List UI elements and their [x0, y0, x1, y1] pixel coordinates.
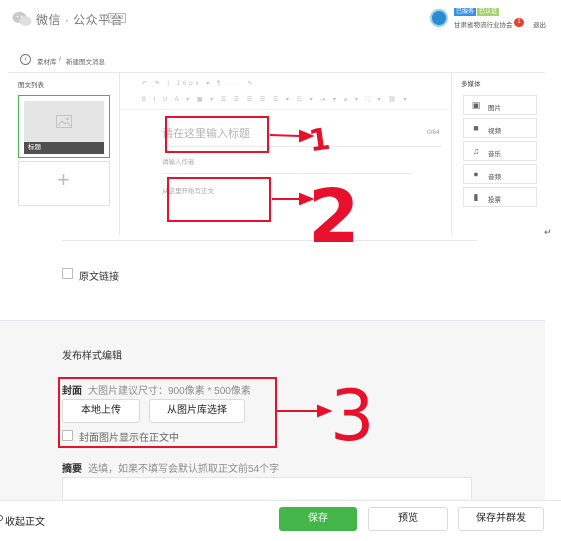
media-item-label: 音频 [488, 174, 501, 181]
top-header: 微信 · 公众平台 beta 已服务 已认证 甘肃省物流行业协会 1 退出 [0, 0, 561, 40]
image-placeholder-icon [56, 115, 72, 128]
video-icon: ■ [473, 123, 479, 133]
article-editor: ‹ 素材库 / 新建图文消息 图文列表 标题 + ↶ ↷ | 16px ▾ ¶ … [8, 45, 545, 235]
author-divider [162, 173, 412, 174]
plus-icon: + [57, 167, 70, 192]
account-avatar[interactable] [430, 9, 448, 27]
section-divider [62, 240, 477, 241]
title-input[interactable]: 请在这里输入标题 [162, 125, 250, 141]
summary-hint: 选填，如果不填写会默认抓取正文前54个字 [88, 464, 280, 475]
summary-input[interactable] [62, 477, 472, 499]
account-verified-tag: 已认证 [477, 8, 500, 16]
breadcrumb-separator: / [59, 56, 61, 63]
image-icon: ▣ [471, 100, 481, 110]
logout-link[interactable]: 退出 [533, 19, 546, 29]
return-mark-icon: ↵ [544, 227, 552, 237]
article-card-title: 标题 [24, 142, 104, 154]
insert-vote-button[interactable]: ▮ 投票 [463, 187, 537, 207]
body-input[interactable]: 从这里开始写正文 [162, 185, 214, 195]
editor-content-panel: ↶ ↷ | 16px ▾ ¶ ··· ✎ B I U A ▾ ▦ ▾ ☰ ☰ ☰… [120, 73, 451, 235]
bottom-action-bar: 收起正文 保存 预览 保存并群发 [0, 500, 561, 541]
upload-local-button[interactable]: 本地上传 [62, 399, 140, 423]
breadcrumb: ‹ 素材库 / 新建图文消息 [8, 45, 545, 73]
music-icon: ♫ [472, 146, 480, 156]
insert-video-button[interactable]: ■ 视频 [463, 118, 537, 138]
add-article-button[interactable]: + [18, 161, 110, 206]
multimedia-title: 多媒体 [461, 81, 481, 88]
summary-label: 摘要 [62, 464, 82, 475]
original-link-checkbox[interactable] [62, 268, 73, 279]
insert-image-button[interactable]: ▣ 图片 [463, 95, 537, 115]
show-cover-checkbox[interactable] [62, 430, 73, 441]
editor-toolbar-row2[interactable]: B I U A ▾ ▦ ▾ ☰ ☰ ☰ ☰ ☰ ▾ ☷ ▾ ⇥ ▾ ⌀ ▾ ⛶ … [142, 96, 410, 106]
back-arrow-icon[interactable]: ‹ [20, 54, 31, 65]
article-list-title: 图文列表 [18, 82, 44, 89]
publish-style-heading: 发布样式编辑 [62, 351, 122, 362]
save-and-send-button[interactable]: 保存并群发 [458, 507, 544, 531]
media-item-label: 投票 [488, 197, 501, 204]
article-card[interactable]: 标题 [18, 95, 110, 158]
title-char-count: 0/64 [427, 129, 440, 136]
choose-from-library-button[interactable]: 从图片库选择 [149, 399, 245, 423]
cover-size-hint: 大图片建议尺寸：900像素 * 500像素 [88, 386, 251, 397]
show-cover-label: 封面图片显示在正文中 [79, 433, 179, 444]
beta-badge: beta [108, 13, 126, 23]
account-name[interactable]: 甘肃省物流行业协会 [454, 19, 513, 29]
editor-toolbar-row1[interactable]: ↶ ↷ | 16px ▾ ¶ ··· ✎ [142, 80, 256, 90]
vote-icon: ▮ [473, 192, 479, 202]
media-item-label: 音乐 [488, 151, 501, 158]
breadcrumb-parent[interactable]: 素材库 [37, 56, 57, 66]
multimedia-panel: 多媒体 ▣ 图片 ■ 视频 ♫ 音乐 ● 音频 ▮ 投票 [451, 73, 545, 235]
title-divider [162, 146, 442, 147]
wechat-logo-icon [12, 12, 32, 26]
cover-label: 封面 [62, 386, 82, 397]
account-service-tag: 已服务 [454, 8, 477, 16]
insert-audio-button[interactable]: ● 音频 [463, 164, 537, 184]
article-list-panel: 图文列表 标题 + [8, 73, 120, 235]
insert-music-button[interactable]: ♫ 音乐 [463, 141, 537, 161]
save-button[interactable]: 保存 [279, 507, 357, 531]
collapse-icon [0, 515, 3, 521]
section-divider [0, 320, 545, 321]
author-input[interactable]: 请输入作者 [162, 156, 195, 166]
notification-badge[interactable]: 1 [514, 18, 524, 27]
collapse-body-link[interactable]: 收起正文 [5, 513, 45, 528]
original-link-label: 原文链接 [79, 272, 119, 283]
preview-button[interactable]: 预览 [368, 507, 448, 531]
media-item-label: 视频 [488, 128, 501, 135]
breadcrumb-current: 新建图文消息 [66, 59, 105, 66]
toolbar-divider [120, 109, 451, 110]
media-item-label: 图片 [488, 105, 501, 112]
microphone-icon: ● [473, 169, 479, 179]
